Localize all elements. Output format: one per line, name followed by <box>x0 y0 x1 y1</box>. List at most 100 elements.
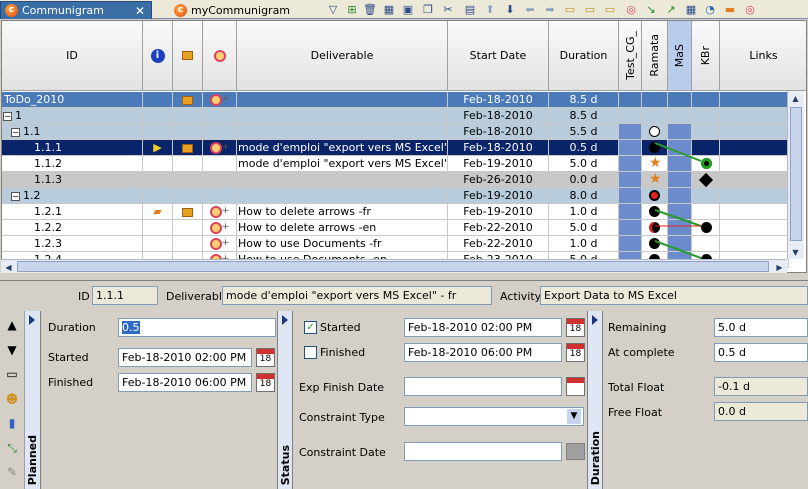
row-box-cell[interactable] <box>173 156 203 171</box>
row-deliverable-cell[interactable] <box>237 172 448 187</box>
scroll-up-icon[interactable]: ▲ <box>788 91 803 105</box>
row-target-cell[interactable]: + <box>203 92 237 107</box>
row-duration-cell[interactable]: 5.5 d <box>549 124 619 139</box>
calendar-icon[interactable]: 18 <box>256 373 275 392</box>
status-started-field[interactable]: Feb-18-2010 02:00 PM <box>404 318 562 337</box>
insert-below-icon[interactable]: ▭ <box>582 2 598 17</box>
dropdown-arrow-icon[interactable]: ▽ <box>325 2 341 17</box>
move-right-icon[interactable]: ➡ <box>542 2 558 17</box>
target-icon[interactable]: ◎ <box>623 2 639 17</box>
copy-icon[interactable]: ❐ <box>420 2 436 17</box>
scroll-thumb[interactable] <box>790 107 802 241</box>
row-info-cell[interactable]: ▰ <box>143 204 173 219</box>
duration-tab[interactable]: Duration <box>587 311 603 489</box>
table-icon[interactable]: ▦ <box>381 2 397 17</box>
row-duration-cell[interactable]: 8.5 d <box>549 108 619 123</box>
status-started-checkbox[interactable]: ✓ <box>304 321 317 334</box>
column-header-box[interactable] <box>173 21 203 91</box>
row-duration-cell[interactable]: 1.0 d <box>549 236 619 251</box>
row-info-cell[interactable] <box>143 236 173 251</box>
row-info-cell[interactable] <box>143 188 173 203</box>
row-box-cell[interactable] <box>173 188 203 203</box>
row-deliverable-cell[interactable] <box>237 92 448 107</box>
row-info-cell[interactable] <box>143 92 173 107</box>
row-target-cell[interactable] <box>203 172 237 187</box>
clock-icon[interactable]: ◔ <box>702 2 718 17</box>
row-links-cell[interactable] <box>720 108 789 123</box>
row-duration-cell[interactable]: 8.0 d <box>549 188 619 203</box>
insert-above-icon[interactable]: ▭ <box>562 2 578 17</box>
row-target-cell[interactable] <box>203 108 237 123</box>
row-start-date-cell[interactable]: Feb-18-2010 <box>448 124 549 139</box>
row-id-cell[interactable]: 1.1.1 <box>2 140 143 155</box>
insert-icon[interactable]: ▭ <box>602 2 618 17</box>
row-links-cell[interactable] <box>720 92 789 107</box>
row-deliverable-cell[interactable] <box>237 108 448 123</box>
row-target-cell[interactable] <box>203 124 237 139</box>
row-box-cell[interactable] <box>173 172 203 187</box>
calendar-icon[interactable] <box>566 377 585 396</box>
column-header-resource-kbr[interactable]: KBr <box>692 21 720 91</box>
scroll-down-icon[interactable]: ▼ <box>788 245 803 259</box>
grid-icon[interactable]: ▦ <box>683 2 699 17</box>
column-header-resource-test[interactable]: Test_CG_ <box>619 21 642 91</box>
row-id-cell[interactable]: 1.2.1 <box>2 204 143 219</box>
column-header-deliverable[interactable]: Deliverable <box>237 21 448 91</box>
row-box-cell[interactable] <box>173 108 203 123</box>
row-duration-cell[interactable]: 5.0 d <box>549 220 619 235</box>
window-icon[interactable]: ▭ <box>4 366 20 382</box>
row-id-cell[interactable]: 1.1.2 <box>2 156 143 171</box>
row-id-cell[interactable]: −1 <box>2 108 143 123</box>
row-info-cell[interactable] <box>143 172 173 187</box>
status-tab[interactable]: Status <box>277 311 293 489</box>
planned-duration-field[interactable]: 0.5 <box>118 318 276 337</box>
tab-communigram[interactable]: c Communigram ✕ <box>0 1 152 19</box>
row-id-cell[interactable]: ToDo_2010 <box>2 92 143 107</box>
row-start-date-cell[interactable]: Feb-26-2010 <box>448 172 549 187</box>
row-start-date-cell[interactable]: Feb-22-2010 <box>448 220 549 235</box>
row-links-cell[interactable] <box>720 140 789 155</box>
exp-finish-field[interactable] <box>404 377 562 396</box>
id-field[interactable]: 1.1.1 <box>92 286 158 305</box>
column-header-duration[interactable]: Duration <box>549 21 619 91</box>
row-target-cell[interactable] <box>203 156 237 171</box>
remaining-field[interactable]: 5.0 d <box>714 318 808 337</box>
column-header-target[interactable] <box>203 21 237 91</box>
move-left-icon[interactable]: ⬅ <box>522 2 538 17</box>
row-info-cell[interactable] <box>143 108 173 123</box>
close-icon[interactable]: ✕ <box>135 4 145 18</box>
column-header-resource-ramata[interactable]: Ramata <box>642 21 668 91</box>
move-up-icon[interactable]: ▲ <box>4 317 20 333</box>
move-down-icon[interactable]: ▼ <box>4 342 20 358</box>
row-start-date-cell[interactable]: Feb-19-2010 <box>448 188 549 203</box>
row-links-cell[interactable] <box>720 172 789 187</box>
collapse-icon[interactable]: − <box>11 192 20 201</box>
row-info-cell[interactable] <box>143 124 173 139</box>
column-header-start-date[interactable]: Start Date <box>448 21 549 91</box>
column-header-id[interactable]: ID <box>2 21 143 91</box>
row-target-cell[interactable]: + <box>203 204 237 219</box>
collapse-icon[interactable]: − <box>3 112 12 121</box>
row-deliverable-cell[interactable]: mode d'emploi "export vers MS Excel" - e… <box>237 156 448 171</box>
row-deliverable-cell[interactable]: How to use Documents -fr <box>237 236 448 251</box>
row-target-cell[interactable] <box>203 188 237 203</box>
row-deliverable-cell[interactable]: How to delete arrows -fr <box>237 204 448 219</box>
row-start-date-cell[interactable]: Feb-18-2010 <box>448 140 549 155</box>
tab-mycommunigram[interactable]: c myCommunigram <box>170 1 320 19</box>
row-duration-cell[interactable]: 5.0 d <box>549 156 619 171</box>
resources-icon[interactable]: ☻ <box>4 391 20 407</box>
row-id-cell[interactable]: 1.2.2 <box>2 220 143 235</box>
row-start-date-cell[interactable]: Feb-19-2010 <box>448 156 549 171</box>
row-links-cell[interactable] <box>720 236 789 251</box>
row-info-cell[interactable]: ▶ <box>143 140 173 155</box>
row-start-date-cell[interactable]: Feb-18-2010 <box>448 108 549 123</box>
target-small-icon[interactable]: ◎ <box>742 2 758 17</box>
row-id-cell[interactable]: −1.1 <box>2 124 143 139</box>
status-finished-checkbox[interactable] <box>304 346 317 359</box>
collapse-icon[interactable]: − <box>11 128 20 137</box>
move-down-icon[interactable]: ⬇ <box>502 2 518 17</box>
box-icon[interactable]: ▬ <box>722 2 738 17</box>
row-duration-cell[interactable]: 0.0 d <box>549 172 619 187</box>
calendar-icon[interactable]: 18 <box>256 348 275 367</box>
at-complete-field[interactable]: 0.5 d <box>714 343 808 362</box>
